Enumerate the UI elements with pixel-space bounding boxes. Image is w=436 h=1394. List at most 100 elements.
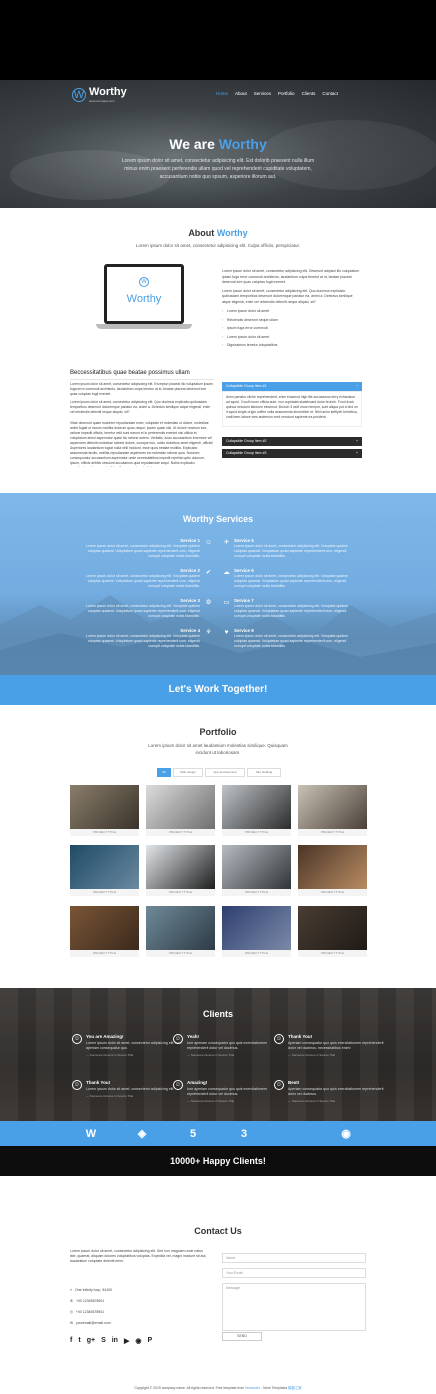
laptop-logo-text: Worthy	[126, 293, 162, 305]
filter-all[interactable]: All	[157, 768, 171, 777]
portfolio-image	[70, 906, 139, 950]
clients-title: Clients	[202, 1009, 233, 1019]
heart-icon: ♥	[224, 629, 229, 636]
user-icon: ☺	[274, 1080, 284, 1090]
user-icon: ☺	[72, 1080, 82, 1090]
google-plus-icon[interactable]: g+	[87, 1337, 95, 1345]
user-icon: ☺	[274, 1034, 284, 1044]
send-button[interactable]: SEND	[222, 1332, 262, 1341]
name-field[interactable]: Name	[222, 1253, 366, 1263]
accordion-item-2[interactable]: Collapsible Group Item #2 +	[222, 437, 362, 446]
list-item: Dignissimos tenetur voluptatibus	[222, 343, 362, 347]
portfolio-item[interactable]: PROJECT TITLE	[146, 845, 215, 896]
clients-section: Clients ☺ You are Amazing! Lorem ipsum d…	[0, 988, 436, 1121]
smile-icon: ☺	[205, 539, 212, 546]
logo-icon[interactable]: W	[72, 88, 86, 102]
contact-text: Lorem ipsum dolor sit amet, consectetur …	[70, 1249, 207, 1264]
email-field[interactable]: Your Email	[222, 1268, 366, 1278]
nav-contact[interactable]: Contact	[322, 91, 338, 96]
youtube-icon[interactable]: ▶	[124, 1337, 129, 1345]
filter-web-design[interactable]: Web design	[173, 768, 203, 777]
portfolio-item[interactable]: PROJECT TITLE	[222, 845, 291, 896]
portfolio-subtitle: Lorem ipsum dolor sit amet laudantium mo…	[148, 743, 288, 755]
logo-tagline: www.company.com	[89, 99, 115, 103]
list-item: Ipsum fuga error commodi	[222, 326, 362, 330]
list-item: Reiciendis deserunt neque ullam	[222, 318, 362, 322]
portfolio-caption: PROJECT TITLE	[222, 950, 291, 957]
about-paragraph-1: Lorem ipsum dolor sit amet, consectetur …	[70, 382, 213, 396]
portfolio-item[interactable]: PROJECT TITLE	[146, 906, 215, 957]
user-icon: ☺	[173, 1080, 183, 1090]
portfolio-title: Portfolio	[199, 727, 237, 737]
wordpress-icon: W	[85, 1128, 97, 1140]
portfolio-image	[298, 845, 367, 889]
portfolio-image	[146, 906, 215, 950]
top-black-bar	[0, 0, 436, 80]
portfolio-item[interactable]: PROJECT TITLE	[70, 785, 139, 836]
user-icon: ☺	[173, 1034, 183, 1044]
testimonial: ☺ Yeah! Iure aperiam consequatur quo qui…	[173, 1034, 267, 1058]
testimonial: ☺ Thank You! Aperiam consequatur quo qui…	[274, 1034, 384, 1058]
accordion-item-1[interactable]: Collapsible Group Item #1 − Anim pariatu…	[222, 382, 362, 427]
services-title: Worthy Services	[182, 514, 254, 524]
laptop-image: W Worthy	[96, 264, 192, 334]
testimonial: ☺ Thank You! Lorem ipsum dolor sit amet,…	[72, 1080, 175, 1099]
list-item: Lorem ipsum dolor sit amet	[222, 309, 362, 313]
accordion-item-3[interactable]: Collapsible Group Item #3 +	[222, 449, 362, 458]
service-1: Service 1 Lorem ipsum dolor sit amet, co…	[85, 538, 200, 558]
footer: Copyright © 2015 company name. All right…	[134, 1386, 302, 1390]
portfolio-item[interactable]: PROJECT TITLE	[70, 906, 139, 957]
message-field[interactable]: Message	[222, 1283, 366, 1331]
filter-app-development[interactable]: App development	[205, 768, 245, 777]
portfolio-caption: PROJECT TITLE	[298, 889, 367, 896]
portfolio-item[interactable]: PROJECT TITLE	[298, 785, 367, 836]
portfolio-caption: PROJECT TITLE	[146, 889, 215, 896]
about-title: About Worthy	[188, 228, 248, 238]
portfolio-caption: PROJECT TITLE	[70, 950, 139, 957]
hero-banner: W Worthy www.company.com Home About Serv…	[0, 80, 436, 208]
portfolio-item[interactable]: PROJECT TITLE	[146, 785, 215, 836]
desktop-icon: ▭	[223, 599, 230, 606]
portfolio-image	[298, 906, 367, 950]
linkedin-icon[interactable]: in	[112, 1337, 118, 1345]
css3-icon: 3	[240, 1128, 248, 1140]
cloud-icon: ☁	[223, 569, 230, 576]
happy-clients-banner: 10000+ Happy Clients!	[0, 1146, 436, 1176]
portfolio-item[interactable]: PROJECT TITLE	[298, 906, 367, 957]
portfolio-image	[70, 785, 139, 829]
flower-icon: ⚘	[205, 629, 212, 636]
nav-about[interactable]: About	[235, 91, 247, 96]
hero-title: We are Worthy	[169, 136, 267, 152]
email: ✉ youremail@email.com	[70, 1321, 111, 1325]
portfolio-item[interactable]: PROJECT TITLE	[298, 845, 367, 896]
nav-clients[interactable]: Clients	[302, 91, 316, 96]
nav-home[interactable]: Home	[216, 91, 228, 96]
service-5: Service 5 Lorem ipsum dolor sit amet, co…	[234, 538, 349, 558]
portfolio-item[interactable]: PROJECT TITLE	[222, 785, 291, 836]
twitter-icon[interactable]: t	[78, 1337, 80, 1345]
skype-icon[interactable]: S	[101, 1337, 106, 1345]
facebook-icon[interactable]: f	[70, 1337, 72, 1345]
accordion-body: Anim pariatur cliche reprehenderit, enim…	[222, 391, 362, 427]
flickr-icon[interactable]: ◉	[135, 1337, 141, 1345]
html5-icon: 5	[189, 1128, 197, 1140]
service-2: Service 2 Lorem ipsum dolor sit amet, co…	[85, 568, 200, 588]
nav-services[interactable]: Services	[254, 91, 271, 96]
filter-site-building[interactable]: Site building	[247, 768, 281, 777]
nav-portfolio[interactable]: Portfolio	[278, 91, 295, 96]
service-7: Service 7 Lorem ipsum dolor sit amet, co…	[234, 598, 349, 618]
cta-banner[interactable]: Let's Work Together!	[0, 675, 436, 705]
portfolio-item[interactable]: PROJECT TITLE	[70, 845, 139, 896]
portfolio-item[interactable]: PROJECT TITLE	[222, 906, 291, 957]
address: ⌖ One Infinity loop, 54100	[70, 1288, 112, 1292]
collapse-icon: −	[355, 384, 358, 388]
pinterest-icon[interactable]: P	[147, 1337, 152, 1345]
portfolio-caption: PROJECT TITLE	[146, 829, 215, 836]
mountain-background	[0, 595, 436, 675]
logo-text[interactable]: Worthy	[89, 86, 127, 98]
fax-icon: ⎙	[70, 1310, 73, 1314]
portfolio-image	[222, 785, 291, 829]
service-8: Service 8 Lorem ipsum dolor sit amet, co…	[234, 628, 349, 648]
expand-icon: +	[355, 439, 358, 443]
drupal-icon: ◈	[137, 1128, 147, 1140]
